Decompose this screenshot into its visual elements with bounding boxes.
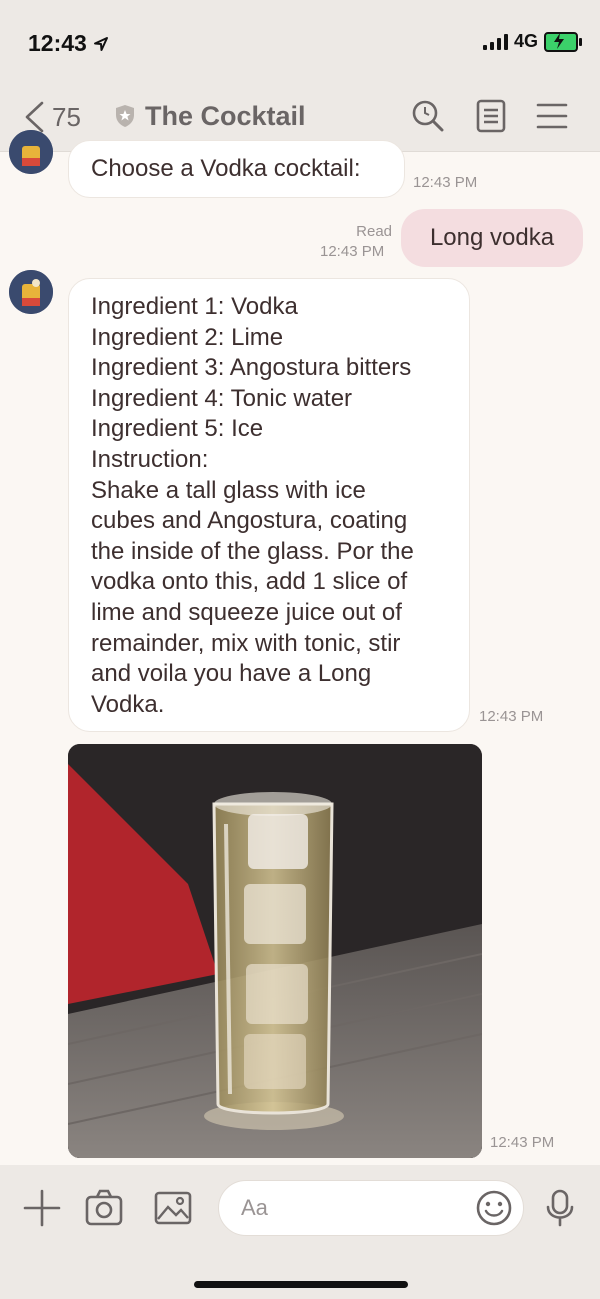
status-time: 12:43 (28, 30, 109, 57)
recipe-line: the inside of the glass. Por the (91, 537, 414, 565)
message-time: 12:43 PM (479, 708, 544, 725)
recipe-line: Ingredient 3: Angostura bitters (91, 354, 412, 382)
message-bubble-incoming[interactable]: Choose a Vodka cocktail: (68, 140, 405, 198)
message-time: 12:43 PM (413, 174, 478, 191)
recipe-line: Ingredient 4: Tonic water (91, 384, 353, 412)
plus-icon[interactable] (22, 1188, 62, 1228)
recipe-line: and voila you have a Long (91, 660, 372, 688)
recipe-line: Shake a tall glass with ice (91, 476, 366, 504)
recipe-line: Ingredient 1: Vodka (91, 293, 298, 320)
recipe-line: remainder, mix with tonic, stir (91, 629, 401, 657)
input-placeholder: Aa (241, 1195, 268, 1220)
message-time: 12:43 PM (490, 1134, 555, 1151)
read-receipt: Read (356, 223, 392, 240)
microphone-icon[interactable] (540, 1188, 580, 1228)
network-label: 4G (513, 31, 538, 51)
recipe-line: lime and squeeze juice out of (91, 598, 402, 626)
home-indicator (194, 1281, 408, 1288)
recipe-line: vodka onto this, add 1 slice of (91, 568, 408, 596)
recipe-line: Ingredient 5: Ice (91, 415, 264, 443)
cocktail-photo[interactable] (68, 744, 482, 1158)
message-time: 12:43 PM (320, 243, 385, 260)
recipe-line: Vodka. (91, 690, 165, 718)
notes-icon[interactable] (473, 98, 509, 134)
recipe-line: Ingredient 2: Lime (91, 323, 284, 351)
recipe-line: cubes and Angostura, coating (91, 507, 408, 535)
chat-title: The Cocktail (145, 101, 306, 131)
recipe-message-bubble[interactable]: Ingredient 1: Vodka Ingredient 2: Lime I… (68, 278, 470, 732)
status-indicators: 4G (482, 31, 582, 52)
message-text: Long vodka (429, 224, 555, 251)
image-icon[interactable] (153, 1188, 193, 1228)
emoji-icon[interactable] (474, 1188, 514, 1228)
menu-icon[interactable] (534, 98, 570, 134)
battery-icon (544, 31, 582, 52)
camera-icon[interactable] (84, 1188, 124, 1228)
signal-icon (482, 33, 508, 50)
location-icon (94, 37, 109, 51)
search-icon[interactable] (410, 98, 446, 134)
shield-icon (116, 105, 134, 127)
message-bubble-outgoing[interactable]: Long vodka (401, 209, 583, 267)
avatar[interactable] (9, 270, 53, 314)
avatar[interactable] (9, 130, 53, 174)
message-text: Choose a Vodka cocktail: (91, 154, 361, 182)
recipe-line: Instruction: (91, 445, 209, 473)
back-count[interactable]: 75 (52, 102, 81, 133)
chevron-left-icon[interactable] (22, 100, 46, 134)
